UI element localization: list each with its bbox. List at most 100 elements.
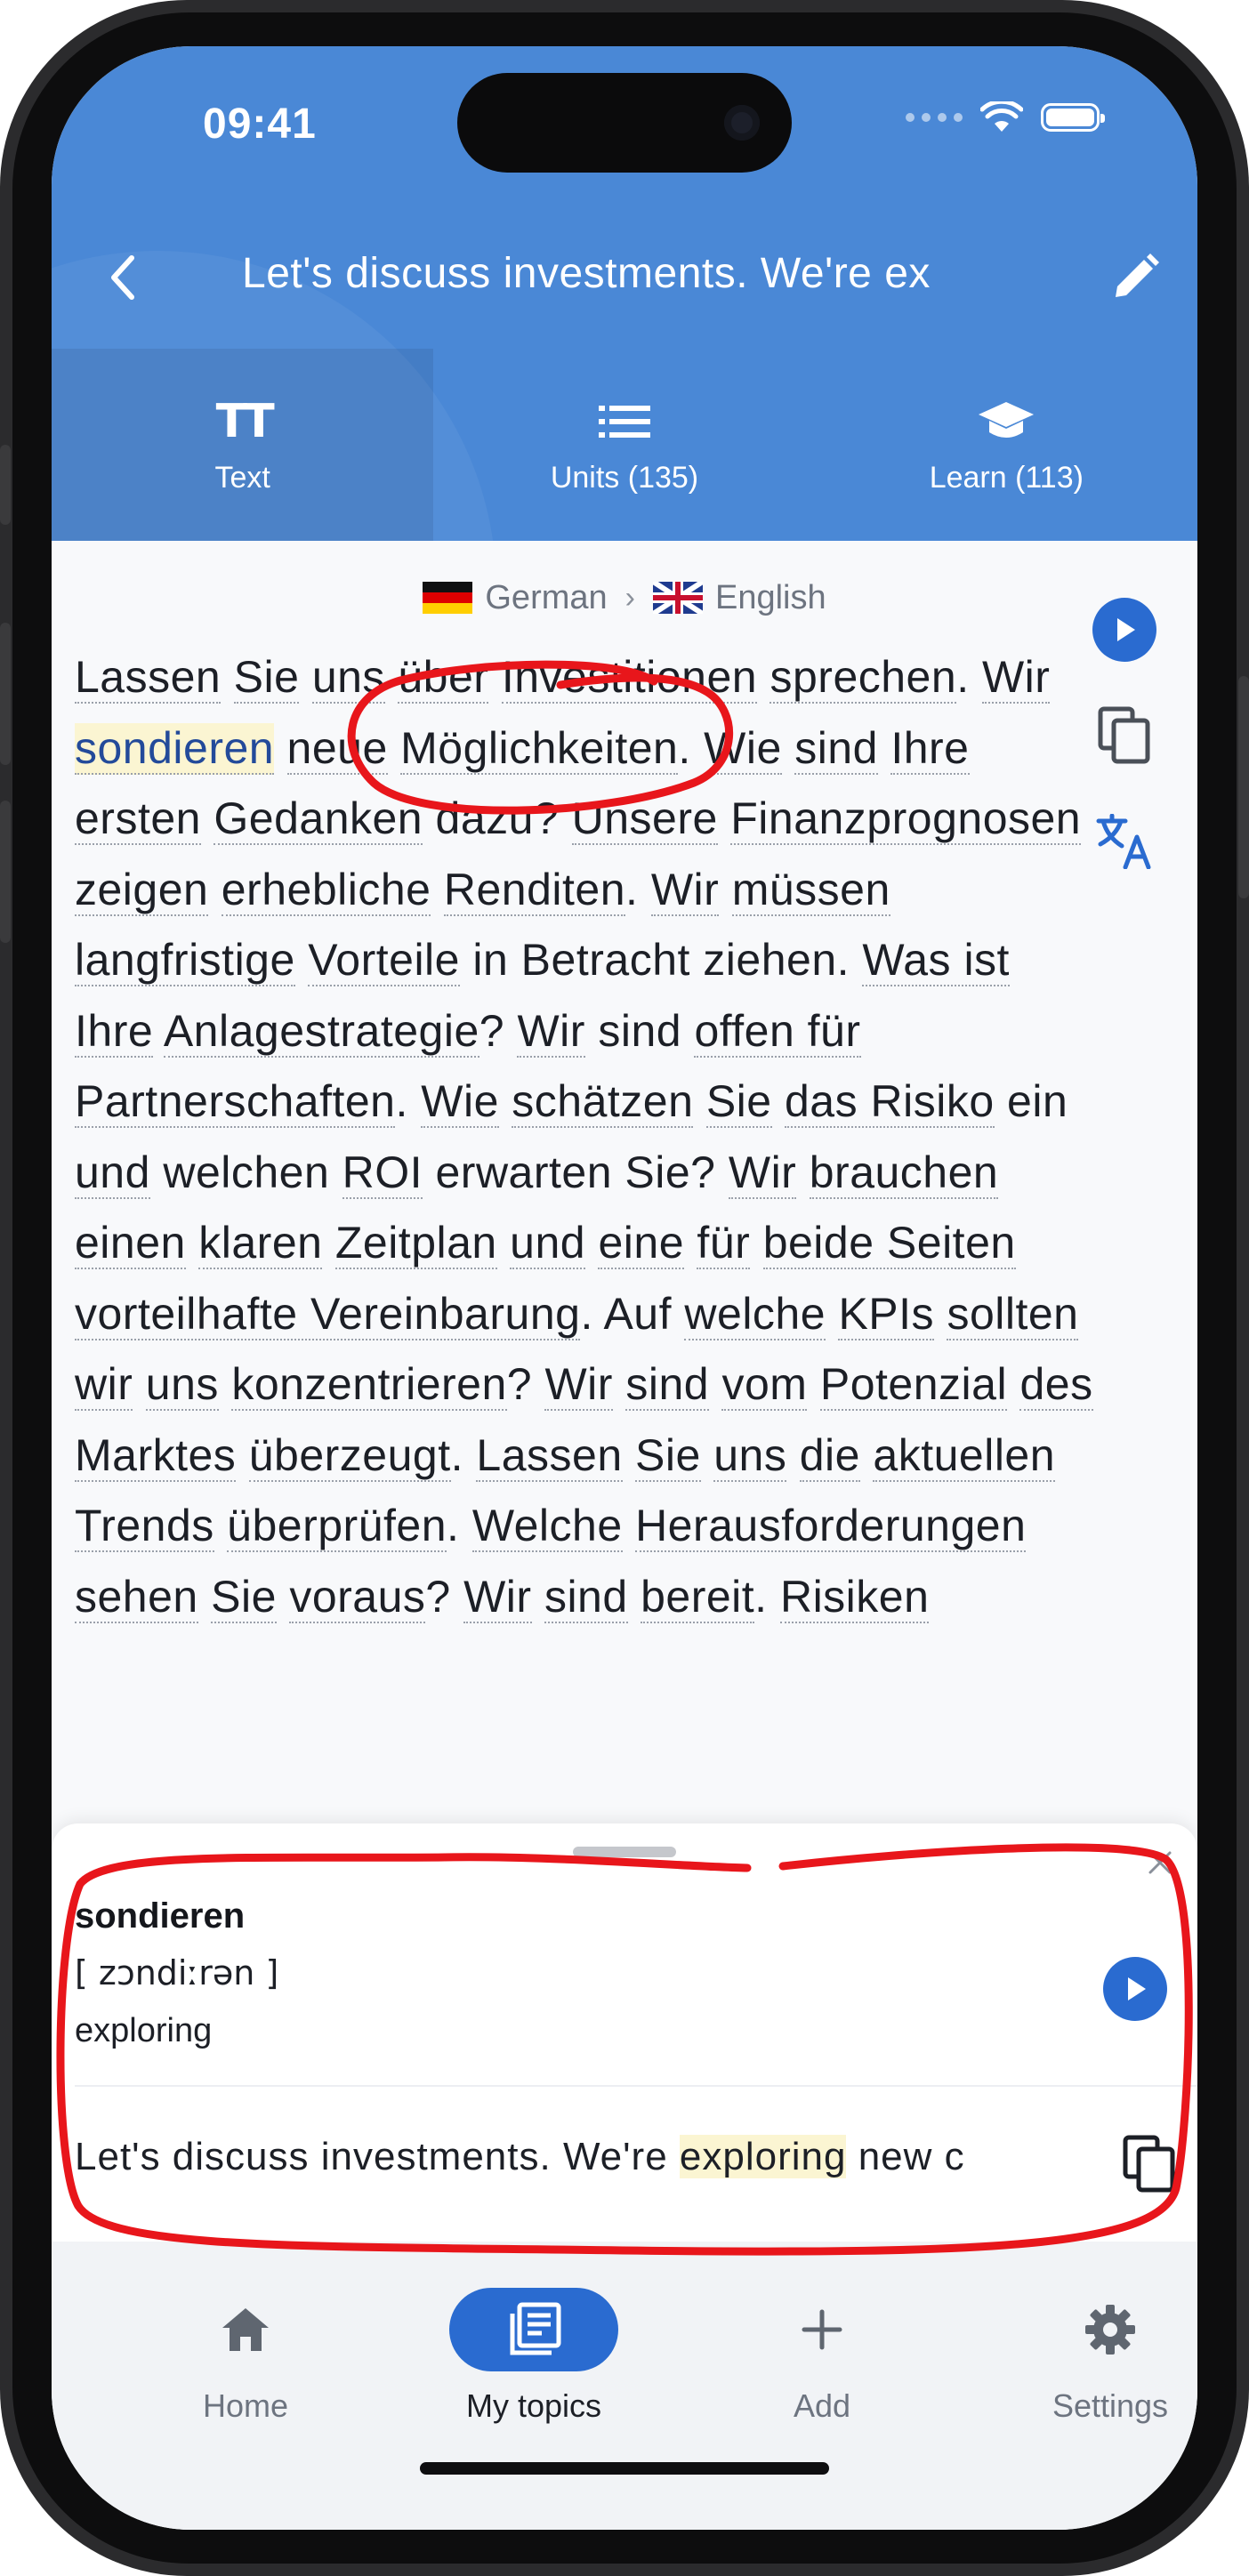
- play-text-button[interactable]: [1092, 598, 1156, 662]
- text-word[interactable]: für: [697, 1218, 751, 1269]
- close-sheet-button[interactable]: [1135, 1838, 1185, 1888]
- nav-my-topics[interactable]: My topics: [436, 2288, 632, 2425]
- text-word[interactable]: aktuellen: [873, 1429, 1056, 1482]
- tab-learn-label: Learn (113): [929, 460, 1084, 495]
- text-word[interactable]: klaren: [198, 1218, 323, 1269]
- text-plain: [221, 652, 233, 702]
- text-word[interactable]: uns: [145, 1359, 219, 1411]
- text-word[interactable]: Wie: [704, 722, 782, 775]
- text-word[interactable]: ersten: [75, 793, 201, 845]
- text-word[interactable]: Marktes: [75, 1429, 237, 1482]
- text-word[interactable]: Was ist: [862, 935, 1010, 986]
- text-word[interactable]: Potenzial: [819, 1359, 1008, 1411]
- text-word[interactable]: Wir: [517, 1005, 585, 1058]
- text-word[interactable]: Anlagestrategie: [163, 1005, 479, 1058]
- text-plain: [623, 1501, 635, 1550]
- text-word[interactable]: Finanzprognosen: [730, 793, 1082, 845]
- text-word[interactable]: Sie: [635, 1429, 701, 1482]
- text-word[interactable]: langfristige: [75, 935, 295, 986]
- text-word[interactable]: vorteilhafte Vereinbarung: [75, 1288, 581, 1340]
- text-plain: [782, 723, 794, 773]
- text-word[interactable]: brauchen: [809, 1147, 999, 1199]
- sheet-grabber[interactable]: [573, 1847, 676, 1857]
- text-word[interactable]: Lassen: [75, 652, 222, 704]
- text-word[interactable]: und: [510, 1218, 586, 1269]
- text-word[interactable]: sind: [794, 722, 878, 775]
- text-word[interactable]: voraus: [289, 1571, 426, 1623]
- text-word[interactable]: Wir: [728, 1147, 797, 1199]
- text-word[interactable]: des: [1019, 1359, 1093, 1411]
- text-word[interactable]: Zeitplan: [334, 1218, 497, 1269]
- text-word[interactable]: uns: [713, 1429, 787, 1482]
- text-word[interactable]: sprechen: [770, 652, 957, 704]
- text-word[interactable]: und: [75, 1147, 150, 1199]
- copy-text-button[interactable]: [1098, 706, 1151, 769]
- text-word[interactable]: konzentrieren: [231, 1359, 507, 1411]
- tab-learn[interactable]: Learn (113): [816, 349, 1197, 541]
- translate-button[interactable]: [1095, 813, 1154, 873]
- text-word[interactable]: Lassen: [476, 1429, 623, 1482]
- text-word[interactable]: Unsere: [571, 793, 718, 845]
- text-word[interactable]: Wir: [544, 1359, 613, 1411]
- text-word[interactable]: müssen: [731, 864, 890, 916]
- action-button: [0, 445, 11, 525]
- text-word[interactable]: die: [799, 1429, 860, 1482]
- back-button[interactable]: [87, 242, 158, 313]
- text-word[interactable]: sehen: [75, 1571, 198, 1623]
- text-word[interactable]: neue: [286, 722, 388, 775]
- text-word[interactable]: Wie: [421, 1076, 499, 1128]
- text-word[interactable]: beide Seiten: [762, 1218, 1016, 1269]
- play-word-button[interactable]: [1103, 1957, 1167, 2021]
- text-word[interactable]: sondieren: [75, 722, 275, 775]
- nav-add[interactable]: Add: [724, 2288, 920, 2425]
- text-word[interactable]: überprüfen: [227, 1501, 447, 1552]
- text-plain: [585, 1218, 598, 1268]
- text-word[interactable]: Wir: [650, 864, 720, 916]
- text-word[interactable]: Welche: [471, 1501, 623, 1552]
- text-word[interactable]: Wir: [981, 652, 1051, 704]
- text-word[interactable]: eine: [598, 1218, 685, 1269]
- text-word[interactable]: sind: [625, 1359, 710, 1411]
- text-word[interactable]: vom: [721, 1359, 808, 1411]
- text-word[interactable]: Renditen: [443, 864, 626, 916]
- text-word[interactable]: uns: [311, 652, 385, 704]
- tab-text[interactable]: TT Text: [52, 349, 434, 541]
- text-word[interactable]: offen für: [694, 1005, 861, 1058]
- text-word[interactable]: bereit: [641, 1571, 755, 1623]
- text-word[interactable]: Partnerschaften: [75, 1076, 396, 1128]
- text-word[interactable]: Gedanken: [214, 793, 423, 845]
- copy-sentence-button[interactable]: [1114, 2135, 1176, 2198]
- text-word[interactable]: KPIs: [838, 1288, 935, 1340]
- text-word[interactable]: Herausforderungen: [635, 1501, 1027, 1552]
- text-word[interactable]: über: [398, 652, 489, 704]
- text-word[interactable]: wir: [75, 1359, 133, 1411]
- nav-settings[interactable]: Settings: [1012, 2288, 1197, 2425]
- text-word[interactable]: Sie: [705, 1076, 772, 1128]
- text-word[interactable]: schätzen: [512, 1076, 694, 1128]
- text-word[interactable]: erhebliche: [221, 864, 431, 916]
- side-actions: [1092, 598, 1156, 873]
- text-word[interactable]: Möglichkeiten: [400, 722, 679, 775]
- text-word[interactable]: das Risiko: [785, 1076, 995, 1128]
- text-word[interactable]: Risiken: [779, 1571, 930, 1623]
- word-detail-sheet: sondieren [ zɔndiːrən ] exploring Let's …: [52, 1823, 1197, 2242]
- text-plain: [701, 1430, 713, 1480]
- text-word[interactable]: Ihre: [890, 722, 970, 775]
- text-word[interactable]: sind: [544, 1571, 628, 1623]
- text-word[interactable]: sollten: [947, 1288, 1079, 1340]
- text-word[interactable]: Vorteile: [308, 935, 460, 986]
- edit-button[interactable]: [1100, 242, 1171, 313]
- text-word[interactable]: überzeugt: [248, 1429, 451, 1482]
- text-word[interactable]: zeigen: [75, 864, 209, 916]
- text-word[interactable]: welche: [684, 1288, 826, 1340]
- text-word[interactable]: Investitionen: [501, 652, 758, 704]
- tab-units[interactable]: Units (135): [433, 349, 815, 541]
- text-word[interactable]: Sie: [233, 652, 300, 704]
- text-word[interactable]: Wir: [463, 1571, 532, 1623]
- text-word[interactable]: Sie: [211, 1571, 277, 1623]
- text-word[interactable]: Trends: [75, 1501, 214, 1552]
- text-word[interactable]: Ihre: [75, 1005, 154, 1058]
- text-word[interactable]: einen: [75, 1218, 186, 1269]
- text-word[interactable]: ROI: [342, 1147, 423, 1199]
- nav-home[interactable]: Home: [148, 2288, 343, 2425]
